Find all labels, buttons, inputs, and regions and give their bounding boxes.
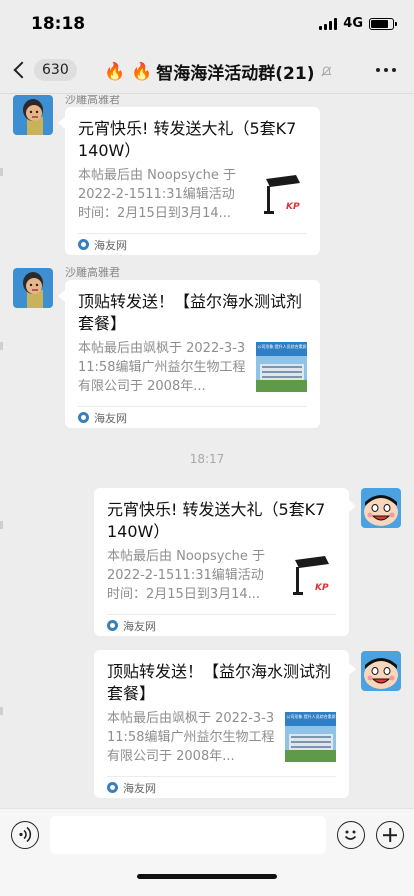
signal-icon	[319, 17, 338, 30]
fire-emoji-icon: 🔥 🔥	[104, 61, 153, 82]
bubble-tail	[58, 290, 65, 302]
smiley-icon	[344, 830, 357, 840]
cartoon-avatar-icon	[361, 488, 401, 528]
card-source: 海友网	[123, 781, 156, 795]
card-description: 本帖最后由飒枫于 2022-3-311:58编辑广州益尔生物工程有限公司于 20…	[78, 341, 246, 394]
status-time: 18:18	[31, 14, 86, 34]
more-options-button[interactable]	[376, 68, 396, 72]
cartoon-avatar-icon	[13, 95, 53, 135]
status-indicators: 4G	[319, 16, 397, 31]
card-source: 海友网	[94, 238, 127, 252]
link-card[interactable]: 顶贴转发送！【益尔海水测试剂套餐】 本帖最后由飒枫于 2022-3-311:58…	[65, 280, 320, 428]
voice-icon	[19, 826, 32, 843]
company-building-thumbnail: 公司形象 提升人员综合素质	[255, 342, 307, 392]
my-avatar[interactable]	[361, 488, 401, 528]
battery-icon	[369, 17, 397, 30]
chat-title-text: 智海海洋活动群(21)	[156, 64, 315, 84]
card-title: 元宵快乐! 转发送大礼（5套K7 140W）	[78, 119, 297, 160]
card-title: 顶贴转发送！【益尔海水测试剂套餐】	[107, 662, 332, 703]
svg-text:KP: KP	[315, 583, 329, 593]
input-bar	[0, 808, 414, 896]
card-description: 本帖最后由 Noopsyche 于 2022-2-1511:31编辑活动时间：2…	[78, 168, 236, 221]
chevron-left-icon	[13, 61, 31, 79]
company-building-thumbnail: 公司形象 提升人员综合素质	[284, 712, 336, 762]
sender-avatar[interactable]	[13, 95, 53, 135]
card-description: 本帖最后由 Noopsyche 于 2022-2-1511:31编辑活动时间：2…	[107, 549, 265, 602]
status-bar: 18:18 4G	[0, 0, 414, 46]
card-description: 本帖最后由飒枫于 2022-3-311:58编辑广州益尔生物工程有限公司于 20…	[107, 711, 275, 764]
source-logo-icon	[107, 620, 118, 631]
mute-bell-icon	[322, 66, 332, 77]
bubble-tail	[349, 663, 356, 675]
message-input[interactable]	[50, 816, 326, 854]
message-timestamp: 18:17	[189, 452, 225, 466]
card-title: 顶贴转发送！【益尔海水测试剂套餐】	[78, 292, 303, 333]
home-indicator	[137, 874, 277, 879]
aquarium-light-thumbnail: KP	[284, 550, 336, 600]
link-card[interactable]: 元宵快乐! 转发送大礼（5套K7 140W） 本帖最后由 Noopsyche 于…	[65, 107, 320, 255]
link-card[interactable]: 顶贴转发送！【益尔海水测试剂套餐】 本帖最后由飒枫于 2022-3-311:58…	[94, 650, 349, 798]
scroll-marker	[0, 342, 3, 350]
scroll-marker	[0, 168, 3, 176]
card-title: 元宵快乐! 转发送大礼（5套K7 140W）	[107, 500, 326, 541]
bubble-tail	[58, 117, 65, 129]
more-actions-button[interactable]	[376, 821, 404, 849]
scroll-marker	[0, 707, 3, 715]
sender-name: 沙雕高雅君	[65, 95, 120, 106]
svg-text:公司形象 提升人员综合素质: 公司形象 提升人员综合素质	[286, 713, 335, 719]
my-avatar[interactable]	[361, 651, 401, 691]
link-card[interactable]: 元宵快乐! 转发送大礼（5套K7 140W） 本帖最后由 Noopsyche 于…	[94, 488, 349, 636]
card-source: 海友网	[123, 619, 156, 633]
chat-title[interactable]: 🔥 🔥 智海海洋活动群(21)	[104, 59, 333, 84]
scroll-marker	[0, 521, 3, 529]
bubble-tail	[349, 500, 356, 512]
source-logo-icon	[107, 782, 118, 793]
emoji-button[interactable]	[337, 821, 365, 849]
sender-name: 沙雕高雅君	[65, 266, 120, 279]
unread-count-badge: 630	[34, 59, 77, 81]
chat-message-list[interactable]: 沙雕高雅君 元宵快乐! 转发送大礼（5套K7 140W） 本帖最后由 Noops…	[0, 95, 414, 808]
voice-input-button[interactable]	[11, 821, 39, 849]
card-source: 海友网	[94, 411, 127, 425]
cartoon-avatar-icon	[361, 651, 401, 691]
network-type: 4G	[343, 16, 363, 31]
cartoon-avatar-icon	[13, 268, 53, 308]
back-button[interactable]: 630	[10, 54, 77, 86]
sender-avatar[interactable]	[13, 268, 53, 308]
source-logo-icon	[78, 412, 89, 423]
svg-text:公司形象 提升人员综合素质: 公司形象 提升人员综合素质	[257, 343, 306, 349]
svg-text:KP: KP	[286, 202, 300, 212]
aquarium-light-thumbnail: KP	[255, 169, 307, 219]
nav-bar: 630 🔥 🔥 智海海洋活动群(21)	[0, 46, 414, 94]
source-logo-icon	[78, 239, 89, 250]
